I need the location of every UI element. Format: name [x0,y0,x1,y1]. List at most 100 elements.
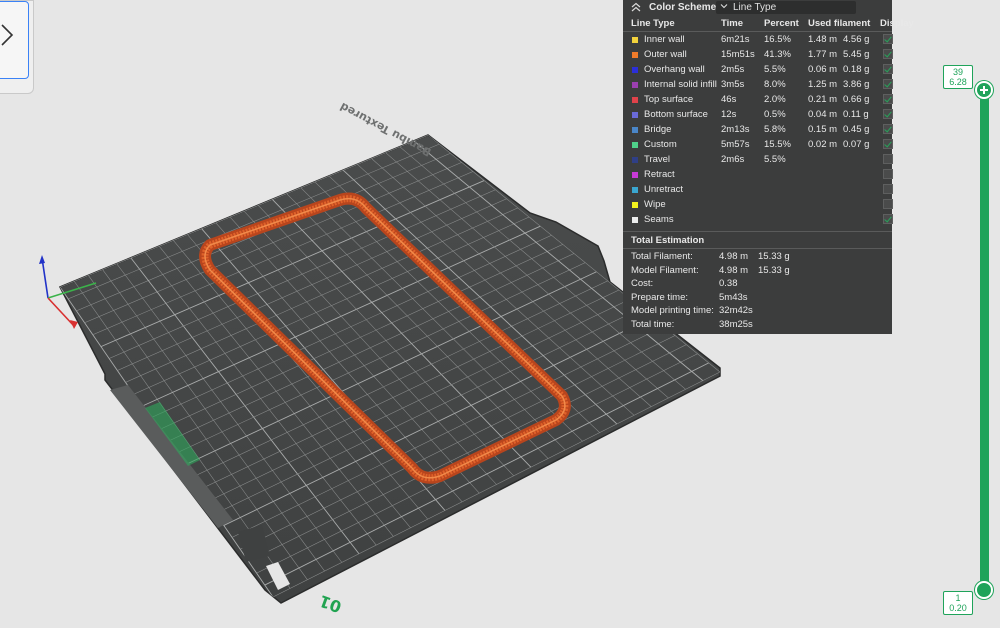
estimation-value: 5m43s [719,291,748,303]
line-type-name: Custom [644,139,677,150]
line-meters: 1.77 m [808,49,838,60]
line-meters: 0.21 m [808,94,838,105]
chevron-up-icon[interactable] [631,2,641,12]
estimation-row: Prepare time: 5m43s [623,292,892,305]
display-checkbox[interactable] [883,34,893,44]
bottom-layer-height: 0.20 [949,603,967,613]
bottom-layer-number: 1 [955,593,961,603]
line-time: 2m5s [721,64,745,75]
layer-slider-bottom-handle[interactable] [975,581,993,599]
display-checkbox[interactable] [883,184,893,194]
col-used-filament: Used filament [808,18,871,29]
top-layer-height: 6.28 [949,77,967,87]
display-checkbox[interactable] [883,64,893,74]
estimation-row: Model printing time: 32m42s [623,305,892,318]
display-checkbox[interactable] [883,154,893,164]
line-percent: 16.5% [764,34,791,45]
estimation-label: Total time: [631,318,675,330]
line-grams: 4.56 g [843,34,870,45]
line-meters: 0.06 m [808,64,838,75]
color-swatch [632,217,638,223]
legend-row: Top surface 46s 2.0% 0.21 m 0.66 g [623,93,893,108]
line-type-name: Inner wall [644,34,685,45]
color-swatch [632,37,638,43]
line-time: 2m6s [721,154,745,165]
color-scheme-dropdown[interactable]: Line Type [716,1,856,14]
estimation-row: Model Filament: 4.98 m 15.33 g [623,265,892,278]
color-swatch [632,97,638,103]
layer-slider-top-handle[interactable] [975,81,993,99]
display-checkbox[interactable] [883,49,893,59]
line-time: 12s [721,109,737,120]
display-checkbox[interactable] [883,79,893,89]
line-type-name: Outer wall [644,49,687,60]
color-swatch [632,157,638,163]
legend-panel: Color Scheme Line Type Line Type Time Pe… [623,0,914,334]
line-grams: 0.07 g [843,139,870,150]
col-line-type: Line Type [631,18,675,29]
col-display: Display [880,18,914,29]
layer-slider-track[interactable] [980,88,989,592]
display-checkbox[interactable] [883,169,893,179]
color-scheme-value: Line Type [733,2,777,13]
display-checkbox[interactable] [883,109,893,119]
chevron-right-icon [1,24,14,46]
line-percent: 5.8% [764,124,786,135]
legend-divider [623,248,892,249]
estimation-value-secondary: 15.33 g [758,264,790,276]
legend-row: Travel 2m6s 5.5% [623,153,893,168]
plate-brand-text: Bambu Textured [338,100,434,159]
col-percent: Percent [764,18,799,29]
legend-row: Internal solid infill 3m5s 8.0% 1.25 m 3.86 … [623,78,893,93]
expand-toolbar-button[interactable] [0,1,29,79]
top-layer-number: 39 [952,67,963,77]
line-grams: 0.11 g [843,109,869,120]
legend-row: Bridge 2m13s 5.8% 0.15 m 0.45 g [623,123,893,138]
display-checkbox[interactable] [883,199,893,209]
estimation-row: Cost: 0.38 [623,278,892,291]
legend-column-headers: Line Type Time Percent Used filament Dis… [623,18,914,30]
estimation-label: Model printing time: [631,305,714,316]
line-grams: 3.86 g [843,79,870,90]
line-type-name: Bridge [644,124,672,135]
chevron-down-icon [720,4,728,9]
color-swatch [632,142,638,148]
line-percent: 5.5% [764,154,786,165]
legend-row: Inner wall 6m21s 16.5% 1.48 m 4.56 g [623,33,893,48]
estimation-label: Cost: [631,278,654,289]
color-swatch [632,52,638,58]
estimation-value-secondary: 15.33 g [758,251,790,262]
display-checkbox[interactable] [883,94,893,104]
line-type-name: Internal solid infill [644,79,717,90]
estimation-value: 4.98 m [719,251,749,262]
line-type-name: Retract [644,169,675,180]
legend-row: Bottom surface 12s 0.5% 0.04 m 0.11 g [623,108,893,123]
estimation-row: Total Filament: 4.98 m 15.33 g [623,251,892,264]
display-checkbox[interactable] [883,139,893,149]
legend-row: Wipe [623,198,893,213]
color-swatch [632,112,638,118]
legend-divider [623,31,892,32]
color-swatch [632,82,638,88]
estimation-label: Model Filament: [631,264,699,276]
display-checkbox[interactable] [883,214,893,224]
line-meters: 1.25 m [808,79,838,90]
line-time: 5m57s [721,139,750,150]
color-swatch [632,172,638,178]
line-grams: 0.45 g [843,124,870,135]
line-percent: 0.5% [764,109,786,120]
color-swatch [632,187,638,193]
legend-row: Custom 5m57s 15.5% 0.02 m 0.07 g [623,138,893,153]
line-grams: 5.45 g [843,49,870,60]
line-time: 15m51s [721,49,755,60]
plate-number: 01 [317,591,344,616]
legend-header: Color Scheme Line Type [623,0,892,16]
estimation-label: Total Filament: [631,251,693,262]
display-checkbox[interactable] [883,124,893,134]
line-type-name: Top surface [644,94,694,105]
line-type-name: Overhang wall [644,64,705,75]
estimation-value: 4.98 m [719,264,749,276]
line-time: 46s [721,94,737,105]
line-type-name: Wipe [644,199,666,210]
line-time: 2m13s [721,124,750,135]
